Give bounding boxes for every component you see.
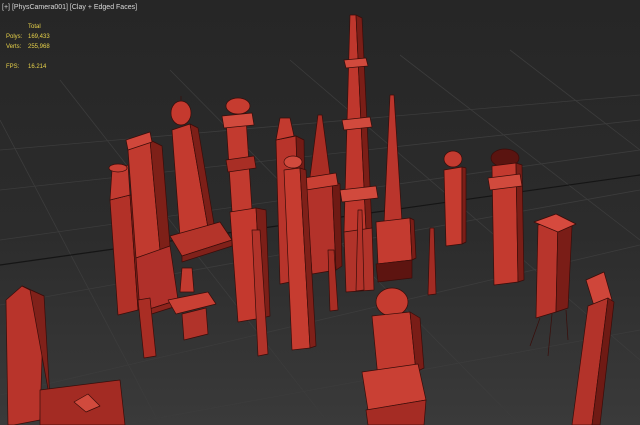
stats-polys-label: Polys: [6,34,23,40]
stats-verts-value: 255,968 [28,44,50,50]
minaret-models[interactable] [5,14,615,425]
minaret-13[interactable] [571,271,615,425]
viewport-label[interactable]: [+] [PhysCamera001] [Clay + Edged Faces] [2,4,137,11]
stats-polys-row: Polys: 169,433 [6,32,50,42]
viewport-statistics: Total Polys: 169,433 Verts: 255,968 FPS:… [6,22,50,72]
3d-viewport[interactable]: [+] [PhysCamera001] [Clay + Edged Faces]… [0,0,640,425]
stats-polys-value: 169,433 [28,34,50,40]
minaret-01[interactable] [108,131,181,318]
minaret-08[interactable] [375,94,417,283]
stats-fps-row: FPS: 16.214 [6,62,50,72]
minaret-10[interactable] [443,150,467,247]
stats-header: Total [28,24,41,30]
viewport-shading-label[interactable]: [Clay + Edged Faces] [70,4,137,11]
minaret-16[interactable] [361,287,427,425]
stats-verts-label: Verts: [6,44,22,50]
viewport-menu-plus[interactable]: [+] [2,4,10,11]
stats-fps-label: FPS: [6,64,20,70]
minaret-12[interactable] [529,213,577,357]
viewport-camera-label[interactable]: [PhysCamera001] [12,4,68,11]
stats-fps-value: 16.214 [28,64,47,70]
viewport-scene[interactable] [0,0,640,425]
stats-verts-row: Verts: 255,968 [6,42,50,52]
minaret-17[interactable] [5,285,126,425]
minaret-11[interactable] [487,148,525,286]
